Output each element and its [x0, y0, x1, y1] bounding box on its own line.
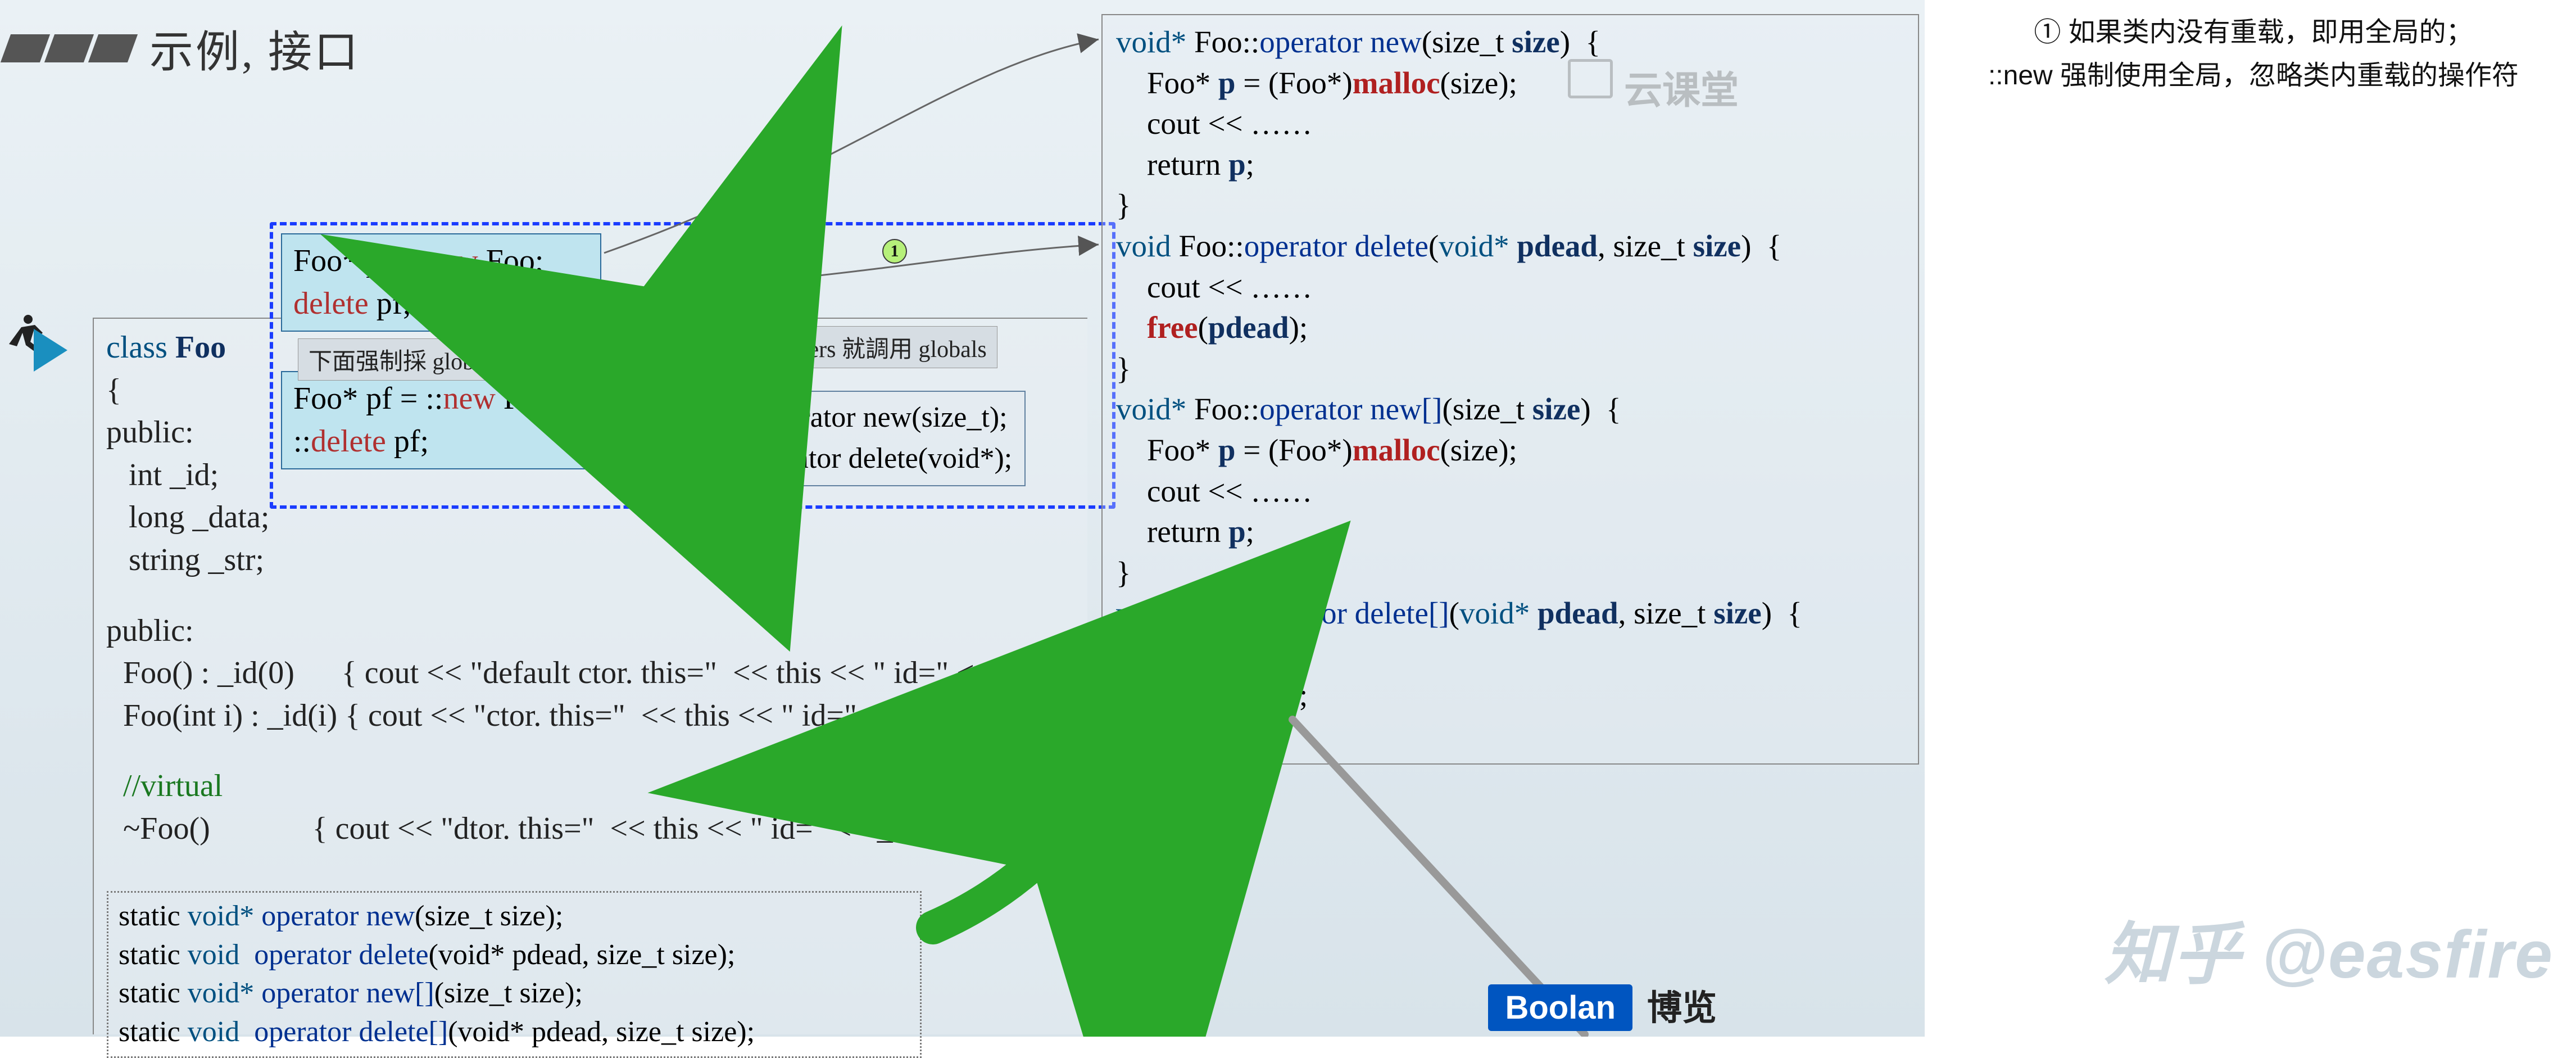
code-line: void* ::operator new(size_t); — [668, 397, 1012, 438]
code-line: Foo() : _id(0) { cout << "default ctor. … — [106, 652, 1075, 695]
code-line: Foo* pf = ::new Foo; — [293, 378, 589, 421]
code-line: delete pf; — [293, 283, 589, 325]
static-ops-box: static void* operator new(size_t size); … — [107, 891, 922, 1058]
code-line: string _str; — [106, 539, 1075, 582]
zhihu-watermark: 知乎 @easfire — [2105, 899, 2554, 997]
code-line: static void operator delete[](void* pdea… — [119, 1013, 910, 1052]
code-line: ::delete pf; — [293, 421, 589, 463]
blue-pane-top: Foo* pf = new Foo; delete pf; — [281, 233, 601, 332]
code-line: void Foo::operator delete[](void* pdead,… — [1116, 593, 1904, 634]
cloud-logo-icon — [1568, 59, 1613, 98]
code-line: cout << …… — [1116, 103, 1904, 144]
boolan-cn: 博览 — [1647, 979, 1717, 1030]
code-line: //virtual — [106, 765, 1075, 808]
reader-annotation: ① 如果类内没有重载，即用全局的； ::new 强制使用全局，忽略类内重载的操作… — [1939, 0, 2568, 109]
code-line: free(pdead); — [1116, 308, 1904, 349]
code-line: public: — [106, 610, 1075, 653]
slide-canvas: 示例, 接口 class Foo { public: int _id; long… — [0, 0, 1925, 1037]
code-line: void Foo::operator delete(void* pdead, s… — [1116, 226, 1904, 267]
code-line: void* Foo::operator new[](size_t size) { — [1116, 389, 1904, 430]
label-forced-global: 下面强制採 globals — [298, 338, 511, 381]
impl-code-box: void* Foo::operator new(size_t size) { F… — [1101, 14, 1919, 765]
code-line: } — [1116, 185, 1904, 226]
annotation-line: ::new 强制使用全局，忽略类内重载的操作符 — [1944, 55, 2563, 98]
code-line: Foo* p = (Foo*)malloc(size); — [1116, 63, 1904, 104]
code-line: cout << …… — [1116, 471, 1904, 512]
code-line: Foo(int i) : _id(i) { cout << "ctor. thi… — [106, 695, 1075, 738]
code-line: cout << …… — [1116, 267, 1904, 308]
boolan-badge: Boolan — [1488, 984, 1632, 1031]
code-line: return p; — [1116, 512, 1904, 553]
code-line: } — [1116, 716, 1904, 757]
callout-number-icon: 1 — [882, 239, 907, 264]
code-line: Foo* p = (Foo*)malloc(size); — [1116, 430, 1904, 471]
blue-pane-bot: Foo* pf = ::new Foo; ::delete pf; — [281, 371, 601, 469]
code-line: static void operator delete(void* pdead,… — [119, 936, 910, 975]
code-line: Foo* pf = new Foo; — [293, 240, 589, 283]
code-line: } — [1116, 553, 1904, 594]
code-line: static void* operator new(size_t size); — [119, 897, 910, 936]
cloud-class-watermark: 云课堂 — [1624, 59, 1739, 115]
global-ops-box: void* ::operator new(size_t); void ::ope… — [655, 391, 1026, 486]
code-line: free(pdead); — [1116, 675, 1904, 716]
code-line: return p; — [1116, 144, 1904, 186]
code-line: } — [1116, 349, 1904, 390]
title-accent — [6, 34, 133, 62]
title-bar: 示例, 接口 — [0, 17, 360, 80]
code-line: void ::operator delete(void*); — [668, 438, 1012, 480]
label-fallback-global: 若無 members 就調用 globals — [686, 326, 997, 368]
code-line: cout << …… — [1116, 634, 1904, 675]
slide-title: 示例, 接口 — [149, 17, 360, 80]
code-line: void* Foo::operator new(size_t size) { — [1116, 22, 1904, 63]
code-line: ~Foo() { cout << "dtor. this=" << this <… — [106, 808, 1075, 851]
runner-arrow-icon — [34, 329, 67, 372]
annotation-line: ① 如果类内没有重载，即用全局的； — [1944, 11, 2563, 55]
code-line: static void* operator new[](size_t size)… — [119, 974, 910, 1013]
